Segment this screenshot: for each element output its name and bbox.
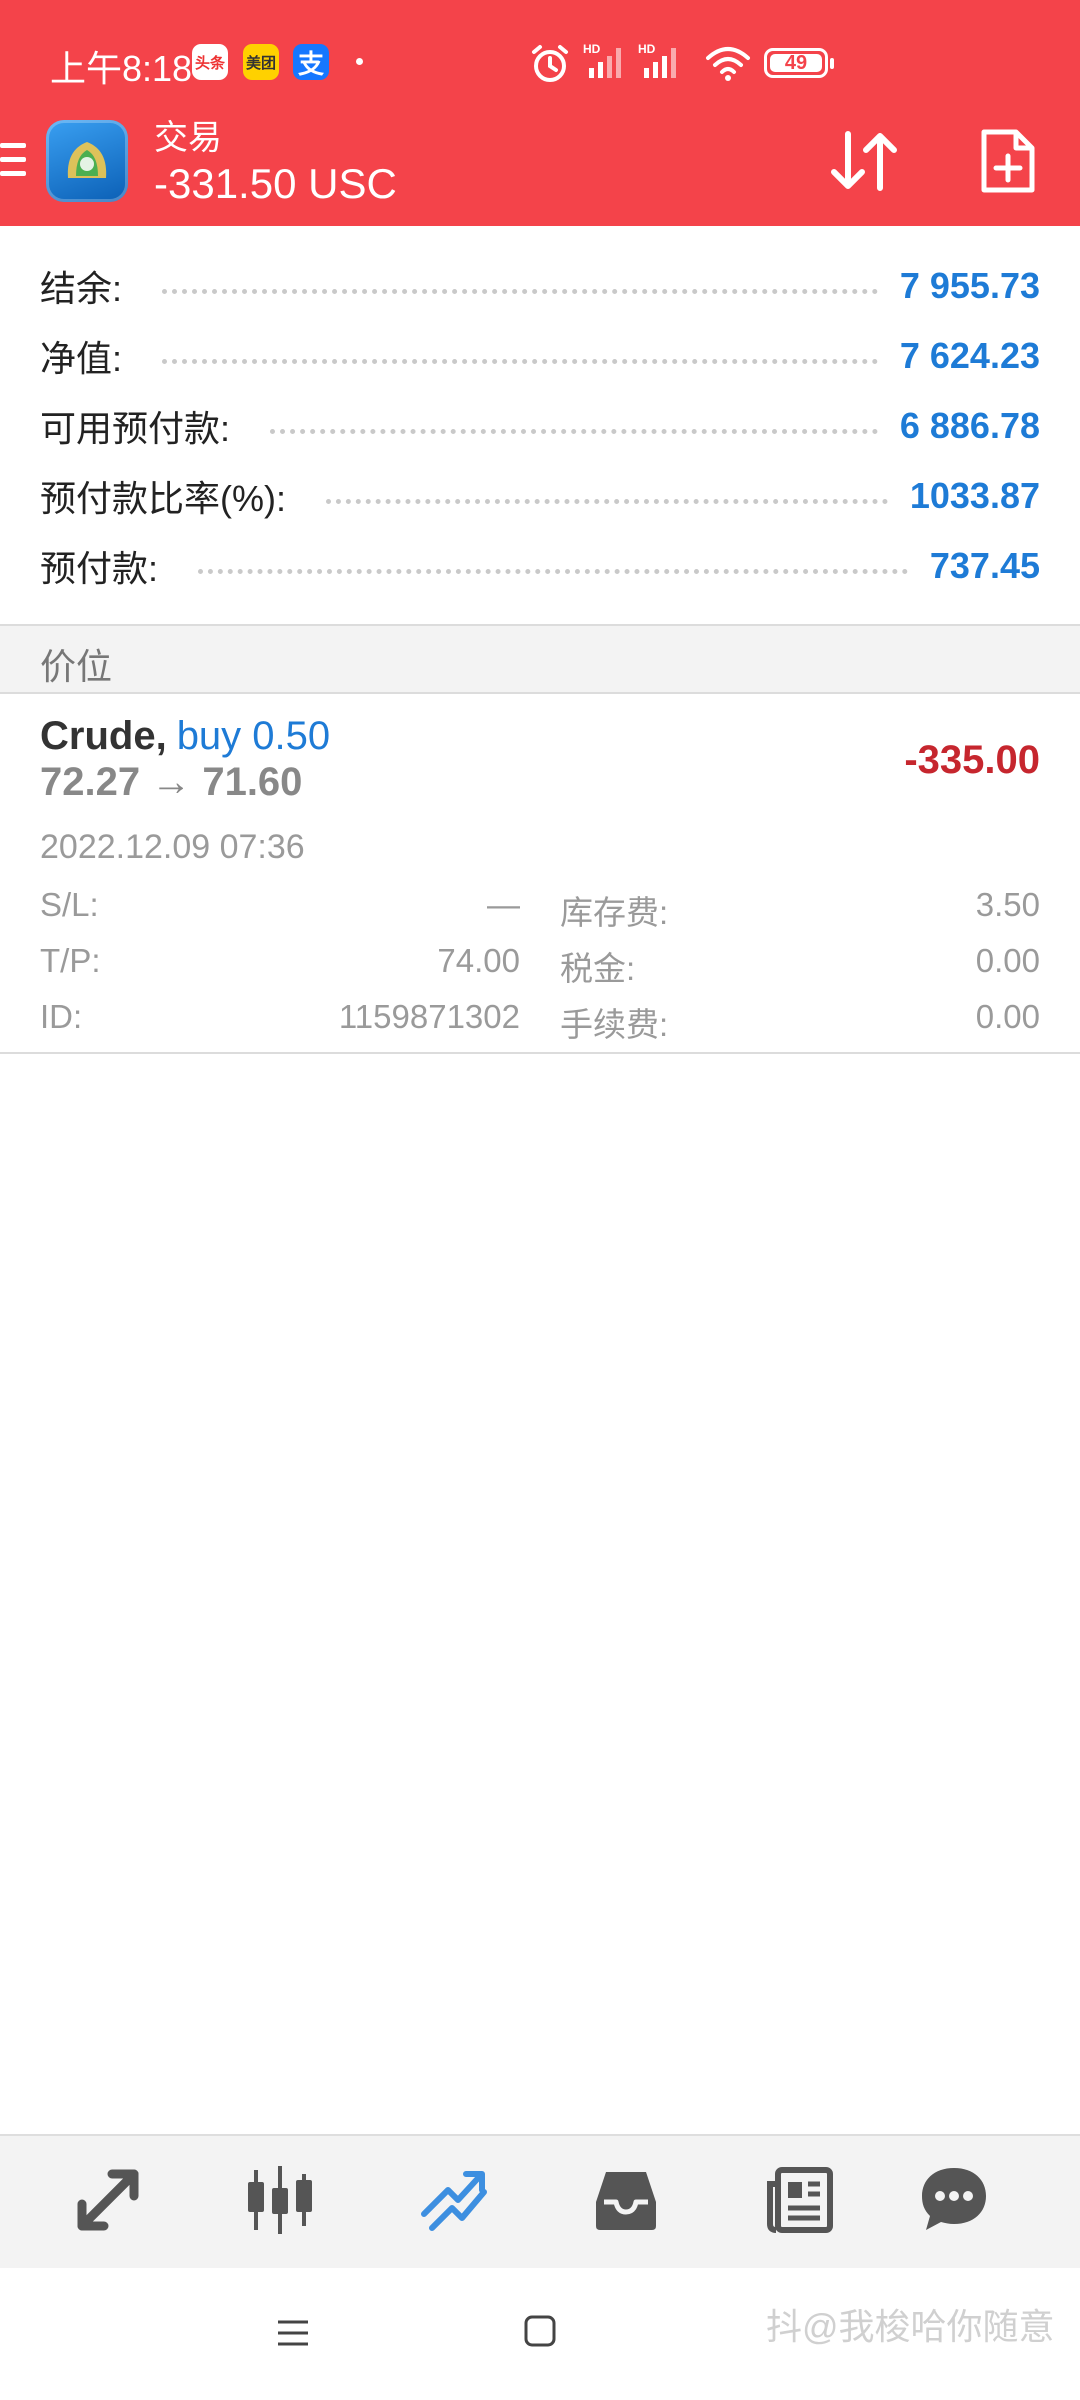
messages-chat-icon[interactable] — [918, 2164, 990, 2236]
sl-value: — — [487, 886, 520, 923]
section-title: 价位 — [40, 646, 113, 687]
trade-trend-icon[interactable] — [418, 2164, 490, 2236]
margin-label: 预付款: — [40, 548, 159, 589]
dotted-leader — [198, 568, 908, 574]
tax-value: 0.00 — [975, 942, 1040, 979]
free-margin-value: 6 886.78 — [899, 405, 1040, 446]
dotted-leader — [326, 498, 888, 504]
id-label: ID: — [40, 998, 83, 1035]
history-inbox-icon[interactable] — [590, 2164, 662, 2236]
summary-row-free-margin: 可用预付款: 6 886.78 — [40, 396, 1040, 456]
equity-value: 7 624.23 — [899, 335, 1040, 376]
recent-apps-icon[interactable] — [276, 2316, 310, 2350]
balance-value: 7 955.73 — [899, 265, 1040, 306]
equity-label: 净值: — [40, 338, 123, 379]
id-value: 1159871302 — [338, 998, 520, 1035]
tp-label: T/P: — [40, 942, 101, 979]
tax-label: 税金: — [560, 950, 636, 987]
hamburger-menu-icon[interactable] — [0, 143, 26, 177]
summary-row-margin-level: 预付款比率(%): 1033.87 — [40, 466, 1040, 526]
bottom-navigation — [0, 2134, 1080, 2268]
new-order-file-plus-icon[interactable] — [980, 128, 1036, 194]
meituan-notification-icon: 美团 — [243, 44, 279, 80]
commission-value: 0.00 — [975, 998, 1040, 1035]
free-margin-label: 可用预付款: — [40, 408, 231, 449]
app-header: 上午8:18 头条 美团 支 HD HD 49 交易 -331.50 USC — [0, 0, 1080, 226]
status-bar: 上午8:18 头条 美团 支 HD HD 49 — [0, 0, 1080, 128]
summary-row-equity: 净值: 7 624.23 — [40, 326, 1040, 386]
quotes-arrows-icon[interactable] — [72, 2164, 144, 2236]
commission-label: 手续费: — [560, 1006, 669, 1043]
svg-text:HD: HD — [583, 42, 601, 56]
swap-value: 3.50 — [975, 886, 1040, 923]
summary-row-margin: 预付款: 737.45 — [40, 536, 1040, 596]
system-navigation-bar: 抖@我梭哈你随意 — [0, 2268, 1080, 2400]
dotted-leader — [162, 288, 878, 294]
battery-level: 49 — [770, 53, 822, 73]
floating-pnl: -331.50 USC — [154, 160, 397, 207]
chart-candles-icon[interactable] — [244, 2164, 316, 2236]
dotted-leader — [270, 428, 878, 434]
alarm-icon — [532, 45, 568, 82]
position-title: Crude, buy 0.50 — [40, 714, 330, 759]
battery-icon: 49 — [764, 48, 834, 78]
sort-arrows-icon[interactable] — [826, 126, 902, 196]
tp-value: 74.00 — [437, 942, 520, 979]
news-icon[interactable] — [764, 2164, 836, 2236]
positions-section-header: 价位 — [0, 624, 1080, 694]
signal-sim2-icon: HD — [638, 42, 676, 78]
position-symbol: Crude, — [40, 714, 167, 758]
position-item[interactable]: Crude, buy 0.50 72.27 → 71.60 -335.00 202… — [0, 694, 1080, 1054]
metatrader-logo-icon — [46, 120, 128, 202]
swap-label: 库存费: — [560, 894, 669, 931]
position-side-volume: buy 0.50 — [176, 714, 331, 758]
wifi-icon — [706, 47, 750, 81]
margin-level-value: 1033.87 — [909, 475, 1040, 516]
balance-label: 结余: — [40, 268, 123, 309]
account-summary: 结余: 7 955.73 净值: 7 624.23 可用预付款: 6 886.7… — [0, 226, 1080, 624]
position-prices: 72.27 → 71.60 — [40, 760, 303, 804]
summary-row-balance: 结余: 7 955.73 — [40, 256, 1040, 316]
position-open-time: 2022.12.09 07:36 — [40, 828, 305, 866]
watermark: 抖@我梭哈你随意 — [766, 2306, 1055, 2347]
position-profit: -335.00 — [904, 738, 1040, 782]
margin-level-label: 预付款比率(%): — [40, 478, 286, 519]
margin-value: 737.45 — [929, 545, 1040, 586]
sl-label: S/L: — [40, 886, 99, 923]
home-button-icon[interactable] — [524, 2315, 556, 2347]
alipay-notification-icon: 支 — [293, 44, 329, 80]
more-notifications-dot-icon — [356, 58, 363, 65]
toutiao-notification-icon: 头条 — [192, 44, 228, 80]
svg-text:HD: HD — [638, 42, 656, 56]
signal-sim1-icon: HD — [583, 42, 621, 78]
status-time: 上午8:18 — [50, 48, 193, 89]
page-title: 交易 — [154, 119, 222, 157]
dotted-leader — [162, 358, 878, 364]
